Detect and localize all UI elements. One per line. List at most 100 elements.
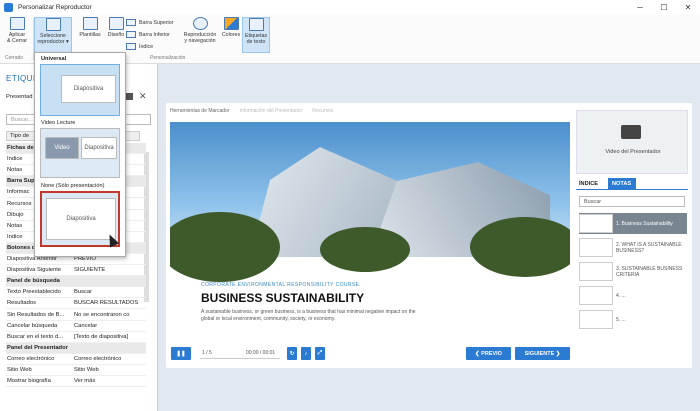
templates-button[interactable]: Plantillas bbox=[77, 17, 103, 53]
option-video-lecture-label: Video Lecture bbox=[41, 120, 76, 126]
table-row[interactable]: Texto Preestablecido Buscar bbox=[6, 287, 146, 299]
save-icon[interactable] bbox=[125, 93, 133, 100]
sidebar-tabs: ÍNDICE NOTAS bbox=[576, 178, 688, 190]
compass-icon bbox=[192, 17, 208, 30]
slide-subtitle: CORPORATE ENVIRONMENTAL RESPONSIBILITY C… bbox=[201, 282, 360, 288]
sidebar-list-item[interactable]: 5. ... bbox=[579, 309, 687, 330]
category-row[interactable]: Panel de búsqueda bbox=[6, 276, 146, 288]
sidebar-list-item[interactable]: 4. ... bbox=[579, 285, 687, 306]
row-key: Sitio Web bbox=[7, 367, 32, 373]
next-button[interactable]: SIGUIENTE ❯ bbox=[515, 347, 570, 360]
player-top-tabs: Herramientas de Marcador Información del… bbox=[170, 108, 343, 118]
none-slide: Diapositiva bbox=[46, 198, 116, 240]
row-value: Buscar bbox=[74, 289, 93, 296]
item-label: 5. ... bbox=[616, 316, 626, 323]
app-icon bbox=[4, 3, 13, 12]
text-labels-button[interactable]: Etiquetas de texto bbox=[242, 17, 270, 53]
row-key: Correo electrónico bbox=[7, 355, 55, 362]
tree-shape-2 bbox=[470, 217, 570, 277]
index-option[interactable]: Índice bbox=[126, 43, 153, 50]
slide-thumbnail bbox=[579, 262, 613, 281]
table-row[interactable]: Diapositiva Siguiente SIGUIENTE bbox=[6, 265, 146, 277]
pause-button[interactable]: ❚❚ bbox=[171, 347, 191, 360]
vl-slide: Diapositiva bbox=[81, 137, 117, 159]
close-button[interactable]: ✕ bbox=[676, 0, 700, 15]
row-value: [Texto de diapositiva] bbox=[74, 333, 129, 340]
title-bar: Personalizar Reproductor bbox=[0, 0, 700, 15]
presenter-video-label: Video del Presentador bbox=[605, 149, 661, 155]
progress-bar[interactable] bbox=[200, 358, 280, 359]
row-key: Buscar en el texto d... bbox=[7, 333, 64, 340]
prev-button[interactable]: ❮ PREVIO bbox=[466, 347, 511, 360]
table-row[interactable]: Buscar en el texto d... [Texto de diaposi… bbox=[6, 332, 146, 343]
select-player-button[interactable]: Seleccione reproductor ▾ bbox=[34, 17, 72, 53]
bar-bottom-option[interactable]: Barra Inferior bbox=[126, 31, 170, 38]
sidebar-list-item[interactable]: 3. SUSTAINABLE BUSINESS CRITERIA bbox=[579, 261, 687, 282]
colors-button[interactable]: Colores bbox=[221, 17, 241, 53]
volume-button[interactable]: ♪ bbox=[301, 347, 311, 360]
row-key: Diapositiva Siguiente bbox=[7, 267, 62, 274]
player-icon bbox=[45, 18, 61, 31]
minimize-button[interactable]: ─ bbox=[628, 0, 652, 15]
maximize-button[interactable]: ☐ bbox=[652, 0, 676, 15]
apply-close-button[interactable]: Aplicar & Cerrar bbox=[3, 17, 31, 53]
index-label: Índice bbox=[139, 43, 154, 50]
row-key: Mostrar biografía bbox=[7, 378, 51, 385]
tab-notes[interactable]: NOTAS bbox=[608, 178, 636, 190]
sidebar-list-item[interactable]: 2. WHAT IS A SUSTAINABLE BUSINESS? bbox=[579, 237, 687, 258]
player-select-dropdown: Universal Diapositiva Video Lecture Vide… bbox=[34, 52, 126, 257]
table-row[interactable]: Resultados BUSCAR RESULTADOS bbox=[6, 298, 146, 310]
tab-markers[interactable]: Herramientas de Marcador bbox=[170, 108, 229, 118]
row-key: Sin Resultados de B... bbox=[7, 311, 65, 318]
templates-label: Plantillas bbox=[79, 32, 101, 38]
table-row[interactable]: Correo electrónico Correo electrónico bbox=[6, 354, 146, 365]
slide-thumbnail bbox=[579, 214, 613, 233]
colors-label: Colores bbox=[221, 32, 241, 38]
bar-bottom-label: Barra Inferior bbox=[139, 31, 170, 38]
item-label: 2. WHAT IS A SUSTAINABLE BUSINESS? bbox=[616, 241, 682, 254]
templates-icon bbox=[82, 17, 98, 30]
bar-top-option[interactable]: Barra Superior bbox=[126, 19, 173, 26]
player-controls: ❚❚ 1 / 5 00:00 / 00:01 ↻ ♪ ⤢ ❮ PREVIO SI… bbox=[170, 347, 572, 364]
design-button[interactable]: Diseño bbox=[106, 17, 126, 53]
fullscreen-button[interactable]: ⤢ bbox=[315, 347, 325, 360]
row-key: Resultados bbox=[7, 300, 37, 307]
sidebar-list-item[interactable]: 1. Business Sustainability bbox=[579, 213, 687, 234]
tab-resources[interactable]: Recursos bbox=[312, 108, 333, 118]
playback-label-2: y navegación bbox=[184, 38, 216, 44]
option-universal[interactable]: Diapositiva bbox=[40, 64, 120, 116]
apply-icon bbox=[9, 17, 25, 30]
row-key: Panel de búsqueda bbox=[7, 278, 60, 285]
item-label: 3. SUSTAINABLE BUSINESS CRITERIA bbox=[616, 265, 683, 278]
slide-image bbox=[170, 122, 570, 282]
presenter-video-box: Video del Presentador bbox=[576, 110, 688, 174]
tab-index[interactable]: ÍNDICE bbox=[579, 181, 598, 187]
design-icon bbox=[108, 17, 124, 30]
select-label-2: reproductor ▾ bbox=[37, 39, 69, 45]
table-row[interactable]: Cancelar búsqueda Cancelar bbox=[6, 321, 146, 332]
table-row[interactable]: Sitio Web Sitio Web bbox=[6, 365, 146, 376]
option-video-lecture[interactable]: Video Diapositiva bbox=[40, 128, 120, 178]
category-row[interactable]: Panel del Presentador bbox=[6, 342, 146, 354]
table-row[interactable]: Mostrar biografía Ver más bbox=[6, 376, 146, 388]
row-key: Texto Preestablecido bbox=[7, 289, 61, 296]
slide-body: A sustainable business, or green busines… bbox=[201, 309, 416, 322]
apply-label-2: & Cerrar bbox=[6, 38, 27, 44]
playback-navigation-button[interactable]: Reproducción y navegación bbox=[180, 17, 220, 53]
tree-shape-3 bbox=[320, 227, 410, 272]
sidebar-search-input[interactable]: Buscar bbox=[579, 196, 685, 207]
delete-icon[interactable]: ✕ bbox=[139, 91, 147, 102]
labels-label-2: de texto bbox=[246, 39, 266, 45]
item-label: 4. ... bbox=[616, 292, 626, 299]
table-row[interactable]: Sin Resultados de B... No se encontraron … bbox=[6, 310, 146, 321]
bar-top-icon bbox=[126, 19, 136, 26]
text-labels-icon bbox=[248, 18, 264, 31]
slide-thumbnail bbox=[579, 286, 613, 305]
colors-icon bbox=[223, 17, 239, 30]
tree-shape bbox=[170, 212, 280, 282]
slide-thumbnail bbox=[579, 238, 613, 257]
slide-text-block: CORPORATE ENVIRONMENTAL RESPONSIBILITY C… bbox=[201, 282, 421, 323]
slide-title: BUSINESS SUSTAINABILITY bbox=[201, 291, 365, 305]
replay-button[interactable]: ↻ bbox=[287, 347, 297, 360]
tab-presenter-info[interactable]: Información del Presentador bbox=[239, 108, 302, 118]
